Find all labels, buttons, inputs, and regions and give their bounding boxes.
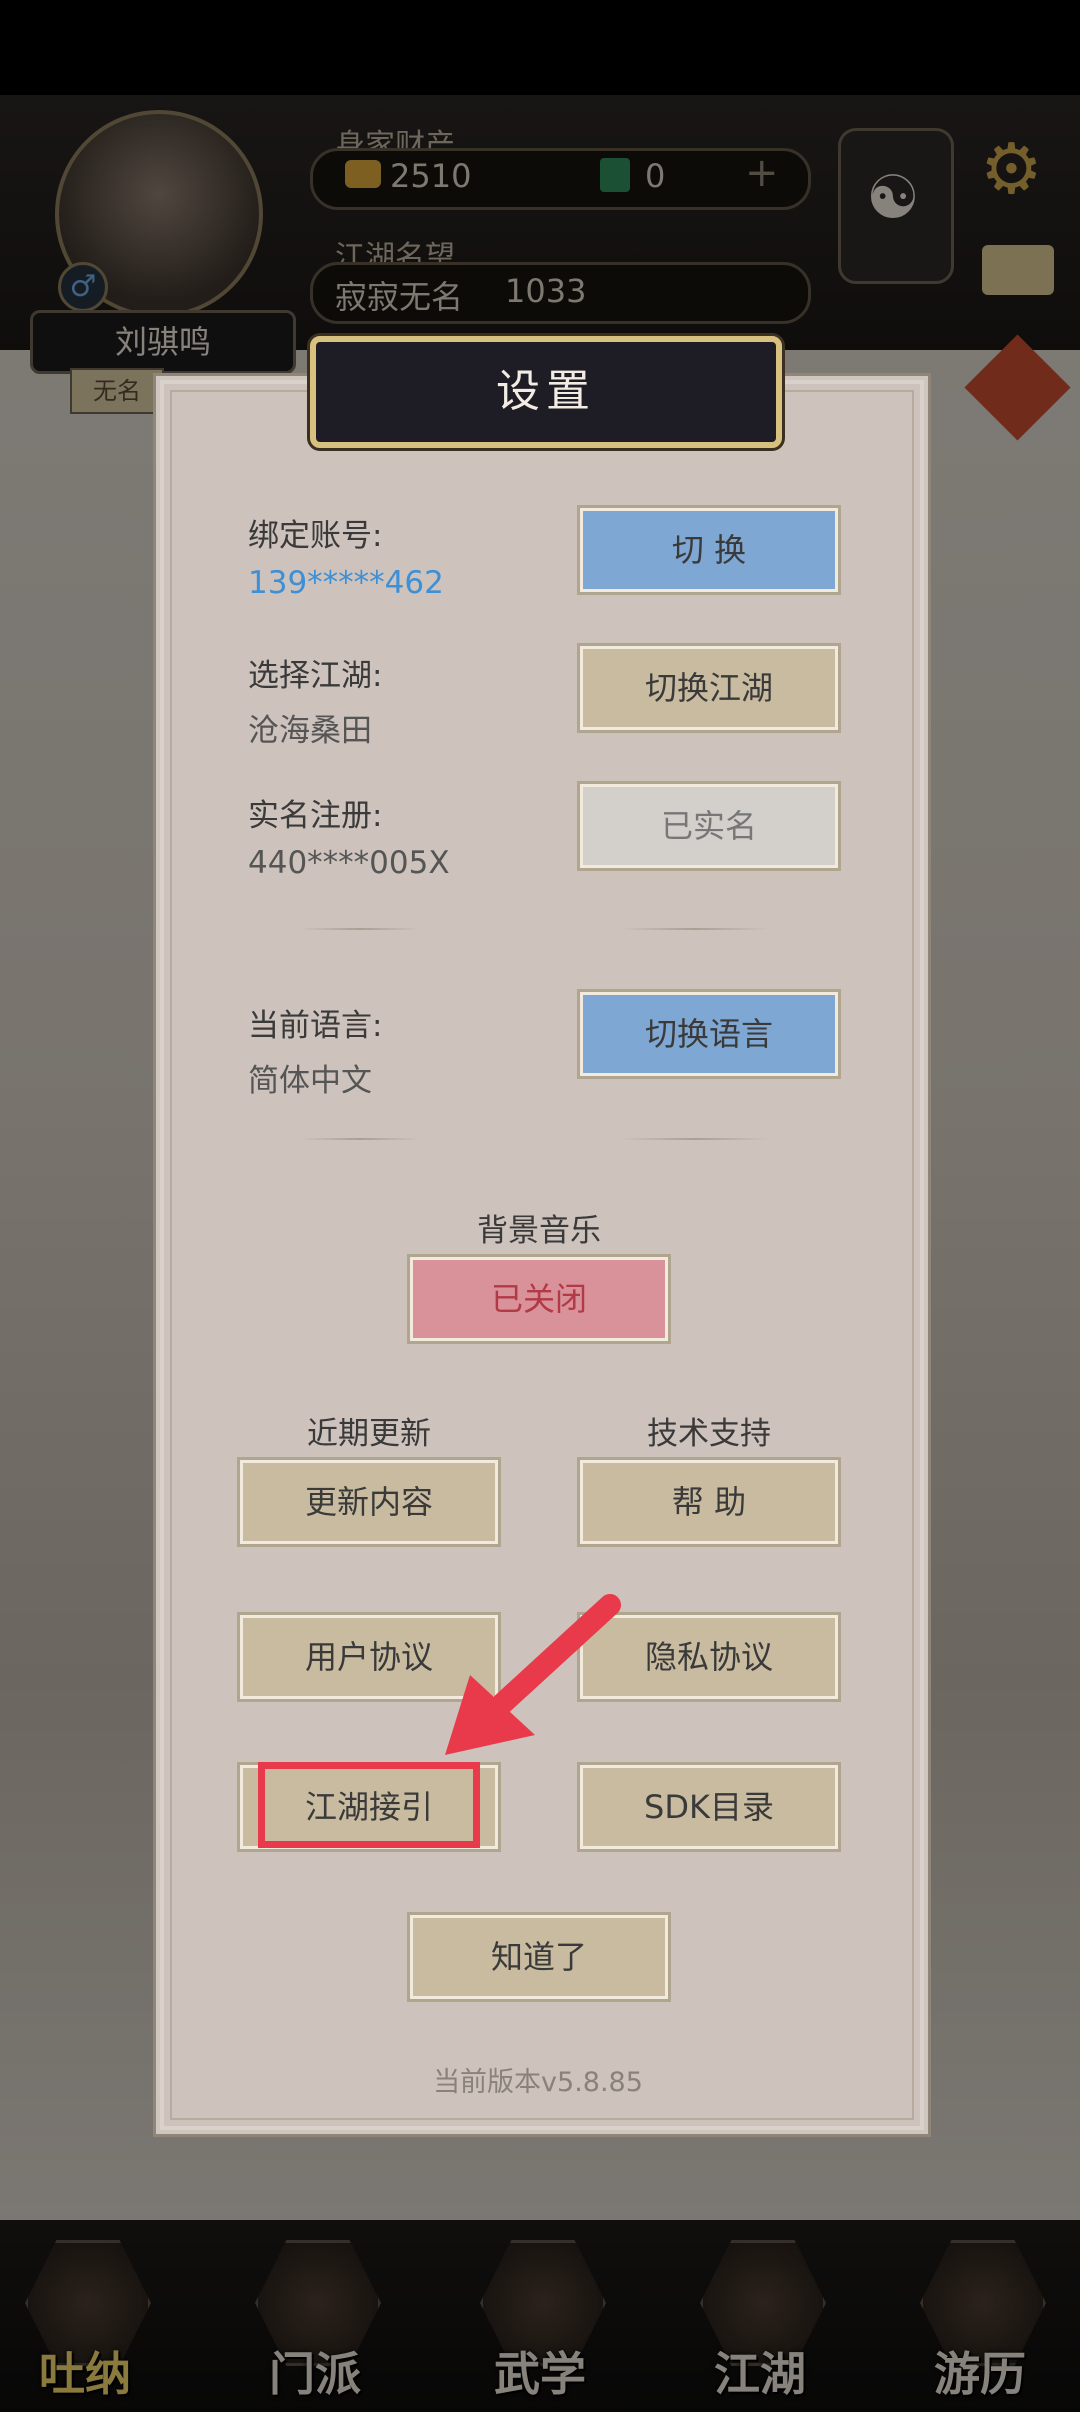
language-value: 简体中文	[248, 1063, 372, 1099]
world-label: 选择江湖:	[248, 658, 383, 694]
language-label: 当前语言:	[248, 1008, 383, 1044]
highlight-box	[258, 1762, 480, 1848]
dialog-title-bar: 设置	[310, 336, 782, 448]
settings-dialog	[156, 376, 928, 2134]
support-label: 技术支持	[647, 1416, 771, 1452]
account-value: 139*****462	[248, 565, 444, 601]
dialog-title: 设置	[496, 366, 596, 417]
help-button[interactable]: 帮 助	[577, 1457, 841, 1547]
divider	[620, 928, 770, 930]
divider	[300, 928, 420, 930]
divider	[300, 1138, 420, 1140]
world-value: 沧海桑田	[248, 713, 372, 749]
update-content-button[interactable]: 更新内容	[237, 1457, 501, 1547]
updates-label: 近期更新	[307, 1416, 431, 1452]
switch-account-button[interactable]: 切 换	[577, 505, 841, 595]
realname-value: 440****005X	[248, 845, 450, 881]
sdk-directory-button[interactable]: SDK目录	[577, 1762, 841, 1852]
ok-button[interactable]: 知道了	[407, 1912, 671, 2002]
music-label: 背景音乐	[477, 1213, 601, 1249]
account-label: 绑定账号:	[248, 518, 383, 554]
version-text: 当前版本v5.8.85	[433, 2067, 643, 2098]
switch-language-button[interactable]: 切换语言	[577, 989, 841, 1079]
annotation-arrow-icon	[445, 1594, 621, 1755]
realname-button[interactable]: 已实名	[577, 781, 841, 871]
divider	[620, 1138, 770, 1140]
music-toggle-button[interactable]: 已关闭	[407, 1254, 671, 1344]
realname-label: 实名注册:	[248, 798, 383, 834]
switch-world-button[interactable]: 切换江湖	[577, 643, 841, 733]
